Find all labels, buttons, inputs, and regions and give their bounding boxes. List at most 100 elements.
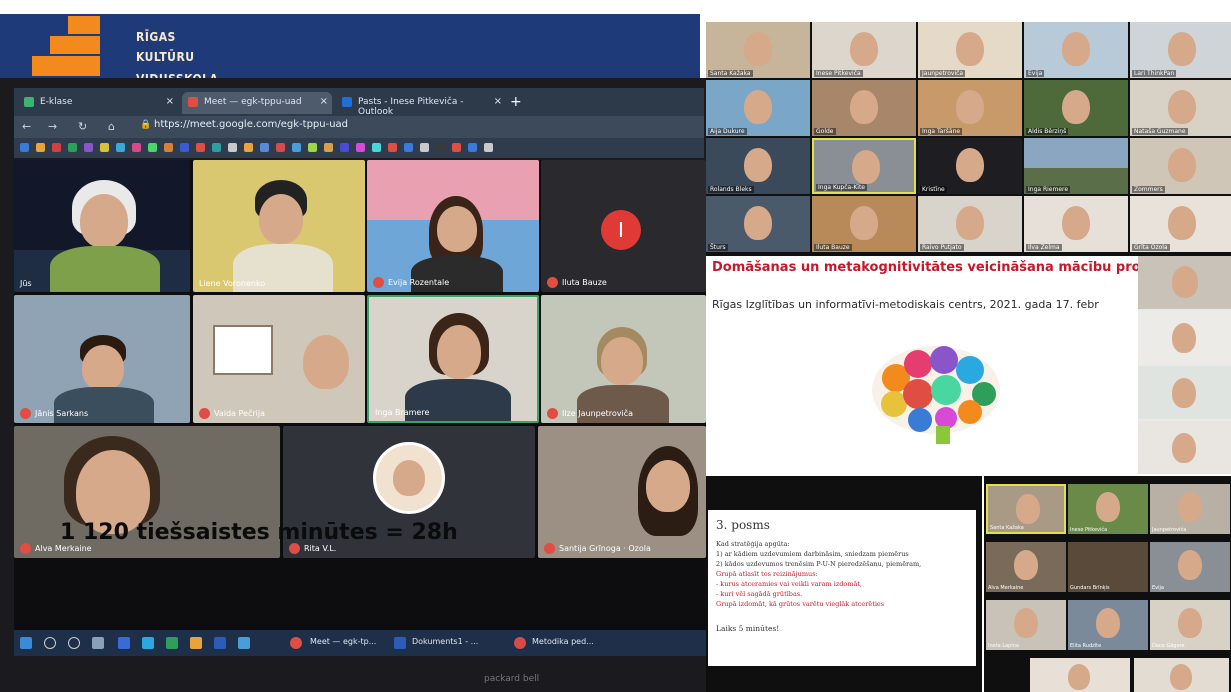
zoom-tile[interactable]: Evija [1150, 542, 1230, 592]
bookmark-icon[interactable] [36, 143, 45, 152]
zoom-tile[interactable]: Jaunpetroviča [1150, 484, 1230, 534]
zoom-tile-active-speaker[interactable]: Inga Kupča-Kīte [812, 138, 916, 194]
bookmark-icon[interactable] [180, 143, 189, 152]
bookmark-icon[interactable] [196, 143, 205, 152]
bookmark-icon[interactable] [116, 143, 125, 152]
taskbar-item-meet[interactable]: Meet — egk-tp... [310, 637, 376, 646]
bookmark-icon[interactable] [260, 143, 269, 152]
close-icon[interactable]: × [494, 96, 502, 107]
back-icon[interactable]: ← [22, 120, 31, 133]
search-icon[interactable] [44, 637, 56, 649]
task-view-icon[interactable] [92, 637, 104, 649]
zoom-tile[interactable]: Evija [1024, 22, 1128, 78]
bookmark-icon[interactable] [292, 143, 301, 152]
bookmark-icon[interactable] [404, 143, 413, 152]
zoom-tile[interactable]: Gundars Brīnķis [1068, 542, 1148, 592]
meet-tile[interactable]: I Iluta Bauze [541, 160, 706, 292]
chrome-icon[interactable] [290, 637, 302, 649]
reload-icon[interactable]: ↻ [78, 120, 87, 133]
participant-tile[interactable] [1138, 311, 1231, 364]
zoom-tile[interactable]: Aija Dukure [706, 80, 810, 136]
zoom-tile[interactable]: Inga Riemere [1024, 138, 1128, 194]
zoom-tile[interactable]: Jaunpetroviča [918, 22, 1022, 78]
zoom-tile[interactable]: Santa Kažaka [706, 22, 810, 78]
app-icon[interactable] [238, 637, 250, 649]
meet-tile[interactable]: Jūs [14, 160, 190, 292]
zoom-tile[interactable]: Kristīne [918, 138, 1022, 194]
bookmark-icon[interactable] [388, 143, 397, 152]
forward-icon[interactable]: → [48, 120, 57, 133]
tab-meet[interactable]: Meet — egk-tppu-uad × [182, 92, 332, 114]
zoom-tile[interactable]: Santa Kažaka [986, 484, 1066, 534]
meet-tile[interactable]: Santija Grīnoga · Ozola [538, 426, 706, 558]
bookmark-icon[interactable] [100, 143, 109, 152]
bookmark-icon[interactable] [20, 143, 29, 152]
zoom-tile[interactable]: Iluta Bauze [812, 196, 916, 252]
participant-tile[interactable] [1138, 366, 1231, 419]
tab-eklase[interactable]: E-klase × [18, 92, 178, 114]
zoom-tile[interactable]: Ineta Lapiņa [986, 600, 1066, 650]
bookmark-icon[interactable] [52, 143, 61, 152]
zoom-tile[interactable]: Alva Merkaine [986, 542, 1066, 592]
windows-start-icon[interactable] [20, 637, 32, 649]
zoom-tile[interactable] [1134, 658, 1229, 692]
taskbar-item-document[interactable]: Dokuments1 - ... [412, 637, 478, 646]
bookmark-icon[interactable] [212, 143, 221, 152]
zoom-tile[interactable]: Aldis Bērziņš [1024, 80, 1128, 136]
new-tab-icon[interactable]: + [510, 94, 522, 110]
bookmark-icon[interactable] [132, 143, 141, 152]
participant-tile[interactable] [1138, 256, 1231, 309]
zoom-tile[interactable]: Nataša Guzmane [1130, 80, 1231, 136]
bookmark-icon[interactable] [484, 143, 493, 152]
bookmark-icon[interactable] [420, 143, 429, 152]
bookmark-icon[interactable] [164, 143, 173, 152]
word-icon[interactable] [214, 637, 226, 649]
zoom-tile[interactable]: Inga Taršāne [918, 80, 1022, 136]
meet-tile[interactable]: Jānis Sarkans [14, 295, 190, 423]
bookmark-icon[interactable] [324, 143, 333, 152]
close-icon[interactable]: × [320, 96, 328, 107]
word-icon[interactable] [394, 637, 406, 649]
bookmark-icon[interactable] [436, 143, 445, 152]
bookmark-icon[interactable] [68, 143, 77, 152]
folder-icon[interactable] [190, 637, 202, 649]
zoom-tile[interactable]: Rolands Bleks [706, 138, 810, 194]
zoom-tile[interactable]: Lari ThinkPan [1130, 22, 1231, 78]
zoom-tile[interactable]: Golde [812, 80, 916, 136]
bookmark-icon[interactable] [468, 143, 477, 152]
bookmark-icon[interactable] [452, 143, 461, 152]
app-icon[interactable] [514, 637, 526, 649]
taskbar-item-metodika[interactable]: Metodika ped... [532, 637, 594, 646]
meet-tile[interactable]: Ilze Jaunpetroviča [541, 295, 706, 423]
zoom-tile[interactable]: Inese Pitkeviča [812, 22, 916, 78]
home-icon[interactable]: ⌂ [108, 120, 115, 133]
tab-outlook[interactable]: Pasts - Inese Pitkeviča - Outlook × [336, 92, 506, 117]
bookmark-icon[interactable] [276, 143, 285, 152]
meet-tile[interactable]: Evija Rozentale [367, 160, 539, 292]
zoom-tile[interactable]: Elita Rudzīte [1068, 600, 1148, 650]
meet-tile-speaking[interactable]: Inga Bramere [367, 295, 539, 423]
bookmark-icon[interactable] [356, 143, 365, 152]
zoom-tile[interactable]: Ilva Zelma [1024, 196, 1128, 252]
meet-tile[interactable]: Liene Voronenko [193, 160, 365, 292]
cortana-icon[interactable] [68, 637, 80, 649]
zoom-tile[interactable]: Zommers [1130, 138, 1231, 194]
bookmark-icon[interactable] [340, 143, 349, 152]
meet-tile[interactable]: Vaida Pečrija [193, 295, 365, 423]
bookmark-icon[interactable] [84, 143, 93, 152]
bookmark-icon[interactable] [372, 143, 381, 152]
url-field[interactable]: 🔒 https://meet.google.com/egk-tppu-uad [138, 119, 678, 135]
bookmark-icon[interactable] [308, 143, 317, 152]
excel-icon[interactable] [166, 637, 178, 649]
skype-icon[interactable] [142, 637, 154, 649]
close-icon[interactable]: × [166, 96, 174, 107]
zoom-tile[interactable]: Grīta Ozola [1130, 196, 1231, 252]
zoom-tile[interactable]: Dace Gāgere [1150, 600, 1230, 650]
bookmark-icon[interactable] [228, 143, 237, 152]
participant-tile[interactable] [1138, 421, 1231, 474]
zoom-tile[interactable]: Šturs [706, 196, 810, 252]
zoom-tile[interactable] [1030, 658, 1130, 692]
bookmark-icon[interactable] [148, 143, 157, 152]
mail-icon[interactable] [118, 637, 130, 649]
zoom-tile[interactable]: Raivo Putjato [918, 196, 1022, 252]
